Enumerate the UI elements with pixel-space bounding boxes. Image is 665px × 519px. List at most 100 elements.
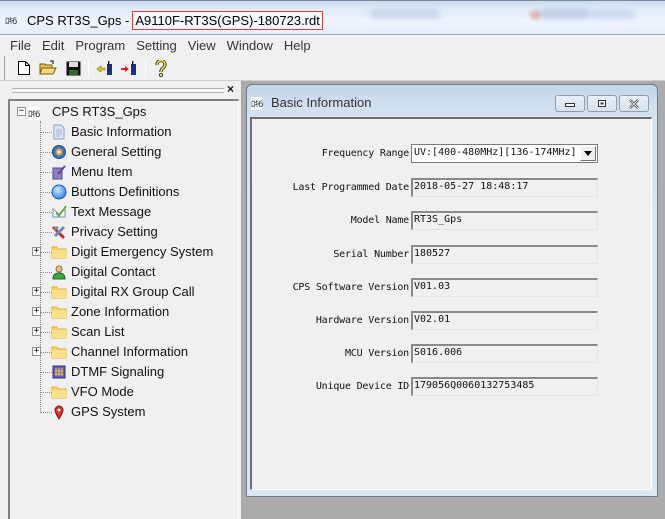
mcu-version-field[interactable]: S016.006 xyxy=(411,344,598,363)
app-icon: ﾛｷ6 xyxy=(5,17,17,27)
hardware-version-label: Hardware Version xyxy=(315,315,409,326)
tree-item-label: Privacy Setting xyxy=(71,224,158,239)
basic-information-window: ﾛｷ6 Basic Information Frequency Range UV… xyxy=(246,84,658,497)
help-icon xyxy=(155,59,167,77)
save-file-button[interactable] xyxy=(63,59,83,77)
last-programmed-date-field[interactable]: 2018-05-27 18:48:17 xyxy=(411,178,598,197)
menu-file[interactable]: File xyxy=(5,38,36,53)
expand-icon[interactable]: + xyxy=(32,347,41,356)
mdi-workspace: ﾛｷ6 Basic Information Frequency Range UV… xyxy=(241,81,665,519)
open-file-button[interactable] xyxy=(38,59,58,77)
menu-program[interactable]: Program xyxy=(70,38,130,53)
restore-button[interactable] xyxy=(587,95,617,112)
window-title: Basic Information xyxy=(271,95,372,110)
mcu-version-row: MCU Version S016.006 xyxy=(252,344,652,366)
title-bar: ﾛｷ6 CPS RT3S_Gps - A9110F-RT3S(GPS)-1807… xyxy=(0,0,665,34)
serial-number-field[interactable]: 180527 xyxy=(411,245,598,264)
tree-item-label: Basic Information xyxy=(71,124,172,139)
cps-software-version-label: CPS Software Version xyxy=(292,282,410,293)
expand-icon[interactable]: + xyxy=(32,307,41,316)
tree-item-label: GPS System xyxy=(71,404,146,419)
dock-close-button[interactable]: × xyxy=(227,83,234,95)
hardware-version-row: Hardware Version V02.01 xyxy=(252,311,652,333)
map-pin-icon xyxy=(54,405,64,420)
toolbar xyxy=(0,55,665,81)
app-title: CPS RT3S_Gps - xyxy=(27,13,130,28)
gear-icon xyxy=(52,145,66,159)
open-folder-icon xyxy=(39,60,57,75)
unique-device-id-field[interactable]: 179056Q0060132753485 xyxy=(411,377,598,396)
unique-device-id-label: Unique Device ID xyxy=(315,381,409,392)
menu-setting[interactable]: Setting xyxy=(131,38,181,53)
model-name-label: Model Name xyxy=(350,215,409,226)
folder-icon xyxy=(51,346,67,359)
model-name-row: Model Name RT3S_Gps xyxy=(252,211,652,233)
background-blur xyxy=(530,11,540,19)
app-icon: ﾛｷ6 xyxy=(251,97,263,110)
tree-root-label: CPS RT3S_Gps xyxy=(52,104,147,119)
toolbar-separator xyxy=(88,59,89,78)
folder-icon xyxy=(51,246,67,259)
tree-item-label: General Setting xyxy=(71,144,162,159)
unique-device-id-row: Unique Device ID 179056Q0060132753485 xyxy=(252,377,652,399)
tree-item-label: Scan List xyxy=(71,324,125,339)
write-radio-icon xyxy=(121,61,136,75)
expand-icon[interactable]: + xyxy=(32,287,41,296)
tree-connector xyxy=(40,121,41,413)
dropdown-button[interactable] xyxy=(580,146,596,161)
cps-software-version-row: CPS Software Version V01.03 xyxy=(252,278,652,300)
menu-item-icon xyxy=(52,165,66,180)
navigation-dock: × − ﾛｷ6 CPS RT3S_Gps Basic Information G… xyxy=(0,81,241,519)
folder-icon xyxy=(51,326,67,339)
privacy-tools-icon xyxy=(51,225,66,240)
background-blur xyxy=(590,10,635,19)
expand-icon[interactable]: + xyxy=(32,327,41,336)
navigation-tree[interactable]: − ﾛｷ6 CPS RT3S_Gps Basic Information Gen… xyxy=(8,99,239,519)
window-title: CPS RT3S_Gps - A9110F-RT3S(GPS)-180723.r… xyxy=(27,11,323,30)
tree-item-label: Digit Emergency System xyxy=(71,244,214,259)
dtmf-keypad-icon xyxy=(52,365,66,379)
frequency-range-row: Frequency Range UV:[400-480MHz][136-174M… xyxy=(252,144,652,166)
minimize-icon xyxy=(565,102,575,107)
frequency-range-label: Frequency Range xyxy=(321,148,410,159)
mcu-version-label: MCU Version xyxy=(344,348,409,359)
last-programmed-date-label: Last Programmed Date xyxy=(292,182,410,193)
expand-icon[interactable]: + xyxy=(32,247,41,256)
dock-grip[interactable] xyxy=(12,88,224,93)
tree-item-label: Menu Item xyxy=(71,164,133,179)
minimize-button[interactable] xyxy=(555,95,585,112)
write-to-radio-button[interactable] xyxy=(119,59,139,77)
hardware-version-field[interactable]: V02.01 xyxy=(411,311,598,330)
tree-item-label: Zone Information xyxy=(71,304,170,319)
collapse-icon[interactable]: − xyxy=(17,107,26,116)
tree-item-label: Text Message xyxy=(71,204,152,219)
menu-view[interactable]: View xyxy=(183,38,221,53)
menu-window[interactable]: Window xyxy=(222,38,278,53)
tree-item-label: Digital RX Group Call xyxy=(71,284,195,299)
folder-icon xyxy=(51,306,67,319)
background-blur xyxy=(540,9,590,19)
chevron-down-icon xyxy=(584,151,592,156)
model-name-field[interactable]: RT3S_Gps xyxy=(411,211,598,230)
tree-item-label: Channel Information xyxy=(71,344,189,359)
help-button[interactable] xyxy=(151,59,171,77)
save-disk-icon xyxy=(66,61,80,75)
tree-item-label: Digital Contact xyxy=(71,264,156,279)
last-programmed-date-row: Last Programmed Date 2018-05-27 18:48:17 xyxy=(252,178,652,200)
menu-help[interactable]: Help xyxy=(279,38,316,53)
file-name: A9110F-RT3S(GPS)-180723.rdt xyxy=(132,11,323,30)
message-pen-icon xyxy=(52,205,67,218)
round-button-icon xyxy=(51,184,67,200)
close-button[interactable] xyxy=(619,95,649,112)
frequency-range-select[interactable]: UV:[400-480MHz][136-174MHz] xyxy=(411,144,598,163)
menu-edit[interactable]: Edit xyxy=(37,38,69,53)
cps-software-version-field[interactable]: V01.03 xyxy=(411,278,598,297)
document-icon xyxy=(53,124,65,140)
app-icon: ﾛｷ6 xyxy=(28,107,40,120)
restore-icon xyxy=(598,99,606,107)
read-from-radio-button[interactable] xyxy=(95,59,115,77)
new-file-button[interactable] xyxy=(14,59,34,77)
tree-item-label: Buttons Definitions xyxy=(71,184,180,199)
serial-number-row: Serial Number 180527 xyxy=(252,245,652,267)
basic-information-form: Frequency Range UV:[400-480MHz][136-174M… xyxy=(250,117,652,490)
